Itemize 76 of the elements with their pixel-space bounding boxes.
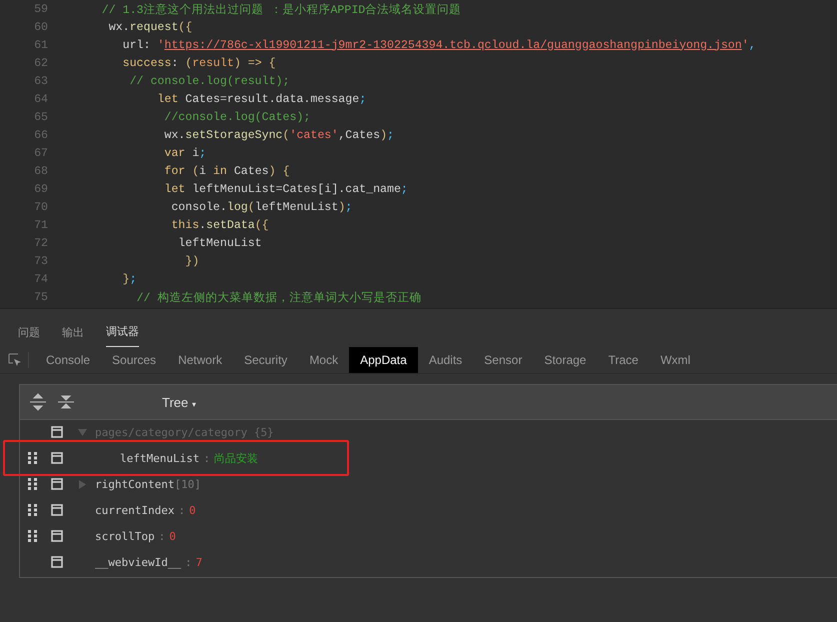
window-icon[interactable] xyxy=(51,530,63,542)
code-line: //console.log(Cates); xyxy=(163,110,310,124)
window-icon[interactable] xyxy=(51,504,63,516)
code-line: wx.setStorageSync('cates',Cates); xyxy=(163,128,394,142)
line-number: 75 xyxy=(33,290,48,304)
line-number: 70 xyxy=(33,200,48,214)
line-number: 67 xyxy=(33,146,48,160)
colon: : xyxy=(158,530,166,542)
line-number: 71 xyxy=(33,218,48,232)
devtools-tab[interactable]: Mock xyxy=(298,347,350,373)
code-line: // 构造左侧的大菜单数据，注意单词大小写是否正确 xyxy=(136,290,422,304)
line-number: 61 xyxy=(33,38,48,52)
drag-handle-icon[interactable] xyxy=(28,504,37,516)
devtools-tab[interactable]: Security xyxy=(233,347,298,373)
property-key: __webviewId__ xyxy=(95,556,182,568)
code-line: url: 'https://786c-xl19901211-j9mr2-1302254394.tcb.qcloud.la/guanggaoshangpinbeiyong.json', xyxy=(122,38,756,52)
devtools-tab[interactable]: Sensor xyxy=(473,347,534,373)
line-number: 74 xyxy=(33,272,48,286)
property-value: 尚品安装 xyxy=(214,450,258,466)
code-line: // 1.3注意这个用法出过问题 ：是小程序APPID合法域名设置问题 xyxy=(100,2,462,16)
panel-tab[interactable]: 输出 xyxy=(62,317,84,347)
code-line: }) xyxy=(184,254,200,268)
expand-all-icon[interactable] xyxy=(30,393,46,411)
code-line: leftMenuList xyxy=(177,236,262,250)
devtools-tab[interactable]: Audits xyxy=(418,347,474,373)
drag-handle-icon[interactable] xyxy=(28,478,37,490)
code-line: wx.request({ xyxy=(108,20,192,34)
line-number: 73 xyxy=(33,254,48,268)
line-number: 64 xyxy=(33,92,48,106)
colon: : xyxy=(178,504,186,516)
line-number: 63 xyxy=(33,74,48,88)
window-icon[interactable] xyxy=(51,556,63,568)
code-line: this.setData({ xyxy=(170,218,269,232)
drag-handle-icon[interactable] xyxy=(28,530,37,542)
panel-tab[interactable]: 调试器 xyxy=(106,317,139,347)
window-icon[interactable] xyxy=(51,426,63,438)
code-line: let Cates=result.data.message; xyxy=(156,92,366,106)
code-line: let leftMenuList=Cates[i].cat_name; xyxy=(163,182,408,196)
code-line: // console.log(result); xyxy=(128,74,290,88)
property-key: currentIndex xyxy=(95,504,174,516)
line-number: 65 xyxy=(33,110,48,124)
window-icon[interactable] xyxy=(51,452,63,464)
view-mode-dropdown[interactable]: Tree ▾ xyxy=(156,394,202,410)
line-number: 72 xyxy=(33,236,48,250)
devtools-tab[interactable]: Network xyxy=(167,347,234,373)
property-value: 0 xyxy=(169,530,176,542)
property-key: leftMenuList xyxy=(120,452,200,464)
drag-handle-icon[interactable] xyxy=(28,452,37,464)
line-number: 68 xyxy=(33,164,48,178)
devtools-tab[interactable]: Console xyxy=(35,347,102,373)
property-value: [10] xyxy=(174,478,201,490)
line-number: 69 xyxy=(33,182,48,196)
devtools-tab[interactable]: Wxml xyxy=(649,347,702,373)
devtools-tab[interactable]: Storage xyxy=(533,347,598,373)
property-key: rightContent xyxy=(95,478,174,490)
line-number: 66 xyxy=(33,128,48,142)
colon: : xyxy=(203,452,210,464)
colon: : xyxy=(185,556,192,568)
code-line: var i; xyxy=(163,146,206,160)
panel-tab[interactable]: 问题 xyxy=(18,317,40,347)
devtools-tab[interactable]: Trace xyxy=(597,347,650,373)
inspect-cursor-icon[interactable] xyxy=(8,353,22,367)
devtools-tab[interactable]: Sources xyxy=(101,347,168,373)
code-line: for (i in Cates) { xyxy=(163,164,290,178)
window-icon[interactable] xyxy=(51,478,63,490)
devtools-tab[interactable]: AppData xyxy=(349,347,418,373)
code-line: console.log(leftMenuList); xyxy=(170,200,352,214)
code-line: success: (result) => { xyxy=(122,56,276,70)
line-number: 62 xyxy=(33,56,48,70)
property-key: scrollTop xyxy=(95,530,155,542)
line-number: 59 xyxy=(33,2,48,16)
property-value: 7 xyxy=(196,556,202,568)
line-number: 60 xyxy=(33,20,48,34)
collapse-all-icon[interactable] xyxy=(58,393,74,411)
code-line: }; xyxy=(122,272,137,286)
property-value: 0 xyxy=(189,504,196,516)
